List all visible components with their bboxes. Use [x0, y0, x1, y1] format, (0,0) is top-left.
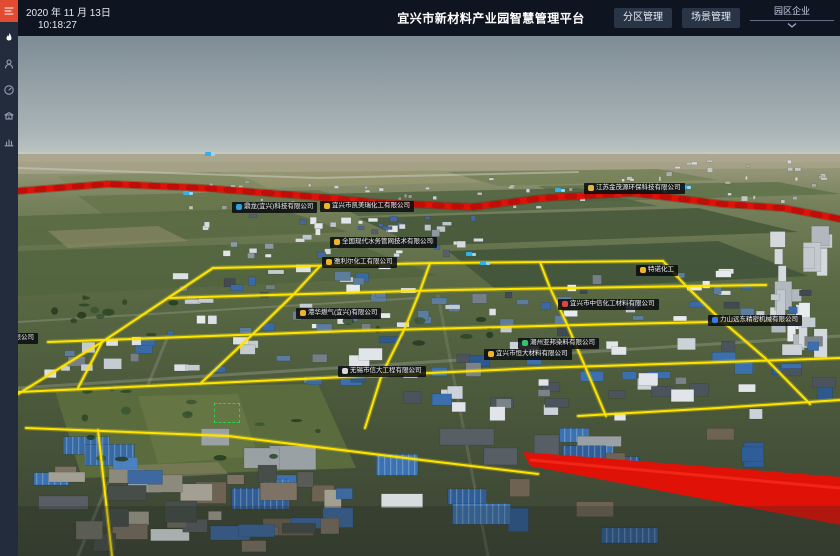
company-marker-icon: [522, 340, 528, 346]
company-marker-icon: [640, 267, 646, 273]
company-label[interactable]: 特诺化工: [636, 265, 678, 276]
company-label-text: 宜兴市恒大材料有限公司: [496, 351, 568, 358]
terrain-canvas: [18, 36, 840, 556]
company-marker-icon: [712, 317, 718, 323]
chevron-down-icon: [787, 23, 797, 28]
truck-icon[interactable]: [205, 150, 215, 157]
company-label[interactable]: 全国现代水务管网技术有限公司: [330, 237, 437, 248]
company-label[interactable]: 无锡市信大工程有限公司: [338, 366, 426, 377]
company-label-text: 宜兴市中信化工材料有限公司: [570, 301, 655, 308]
company-label-text: 港华燃气(宜兴)有限公司: [308, 310, 377, 317]
current-date: 2020 年 11 月 13日: [26, 4, 111, 19]
company-label[interactable]: 力山远东精密机械有限公司: [708, 315, 802, 326]
current-time: 10:18:27: [38, 20, 77, 31]
company-label-text: 宜兴化工有限公司: [18, 335, 34, 342]
company-label[interactable]: 宜兴市中信化工材料有限公司: [558, 299, 659, 310]
company-label-text: 江苏金茂源环保科技有限公司: [596, 185, 681, 192]
company-label-text: 宜兴市凯美瑞化工有限公司: [332, 203, 410, 210]
company-marker-icon: [334, 239, 340, 245]
selection-box[interactable]: [214, 403, 240, 423]
app-window: 2020 年 11 月 13日 10:18:27 宜兴市新材料产业园智慧管理平台…: [0, 0, 840, 556]
company-label[interactable]: 宜兴市恒大材料有限公司: [484, 349, 572, 360]
truck-icon[interactable]: [555, 186, 565, 193]
enterprise-dropdown-label: 园区企业: [750, 4, 834, 21]
sidebar-item-monitor[interactable]: [0, 80, 18, 100]
company-label[interactable]: 潮州亚邦染料有限公司: [518, 338, 599, 349]
company-label-text: 全国现代水务管网技术有限公司: [342, 239, 433, 246]
sidebar: [0, 0, 18, 556]
company-label-text: 无锡市信大工程有限公司: [350, 368, 422, 375]
sidebar-item-menu[interactable]: [0, 0, 18, 22]
company-label-text: 力山远东精密机械有限公司: [720, 317, 798, 324]
company-marker-icon: [488, 351, 494, 357]
company-label[interactable]: 江苏金茂源环保科技有限公司: [584, 183, 685, 194]
company-label[interactable]: 宜兴化工有限公司: [18, 333, 38, 344]
enterprise-dropdown[interactable]: 园区企业: [750, 4, 834, 28]
company-marker-icon: [562, 301, 568, 307]
header-actions: 分区管理 场景管理 园区企业: [614, 0, 834, 36]
zone-management-button[interactable]: 分区管理: [614, 8, 672, 28]
company-label-text: 特诺化工: [648, 267, 674, 274]
sidebar-item-enterprise[interactable]: [0, 106, 18, 126]
truck-icon[interactable]: [466, 250, 476, 257]
company-label-text: 潮州亚邦染料有限公司: [530, 340, 595, 347]
company-label[interactable]: 鼎龙(宜兴)科技有限公司: [232, 202, 317, 213]
company-marker-icon: [326, 259, 332, 265]
company-marker-icon: [588, 185, 594, 191]
page-title: 宜兴市新材料产业园智慧管理平台: [397, 10, 585, 27]
company-label[interactable]: 港华燃气(宜兴)有限公司: [296, 308, 381, 319]
truck-icon[interactable]: [480, 259, 490, 266]
company-marker-icon: [300, 310, 306, 316]
company-marker-icon: [324, 203, 330, 209]
company-label[interactable]: 宜兴市凯美瑞化工有限公司: [320, 201, 414, 212]
flame-icon: [3, 32, 15, 44]
map-view[interactable]: 鼎龙(宜兴)科技有限公司 宜兴市凯美瑞化工有限公司 全国现代水务管网技术有限公司…: [18, 36, 840, 556]
gauge-icon: [3, 84, 15, 96]
factory-icon: [3, 110, 15, 122]
sidebar-item-fire[interactable]: [0, 28, 18, 48]
company-label[interactable]: 雅利尔化工有限公司: [322, 257, 397, 268]
scene-management-button[interactable]: 场景管理: [682, 8, 740, 28]
header-bar: 2020 年 11 月 13日 10:18:27 宜兴市新材料产业园智慧管理平台…: [18, 0, 840, 36]
menu-icon: [3, 5, 15, 17]
company-label-text: 鼎龙(宜兴)科技有限公司: [244, 204, 313, 211]
company-marker-icon: [342, 368, 348, 374]
bar-chart-icon: [3, 136, 15, 148]
sidebar-item-statistics[interactable]: [0, 132, 18, 152]
company-marker-icon: [236, 204, 242, 210]
truck-icon[interactable]: [183, 189, 193, 196]
company-label-text: 雅利尔化工有限公司: [334, 259, 393, 266]
sky: [18, 36, 840, 166]
sidebar-item-user[interactable]: [0, 54, 18, 74]
user-icon: [3, 58, 15, 70]
